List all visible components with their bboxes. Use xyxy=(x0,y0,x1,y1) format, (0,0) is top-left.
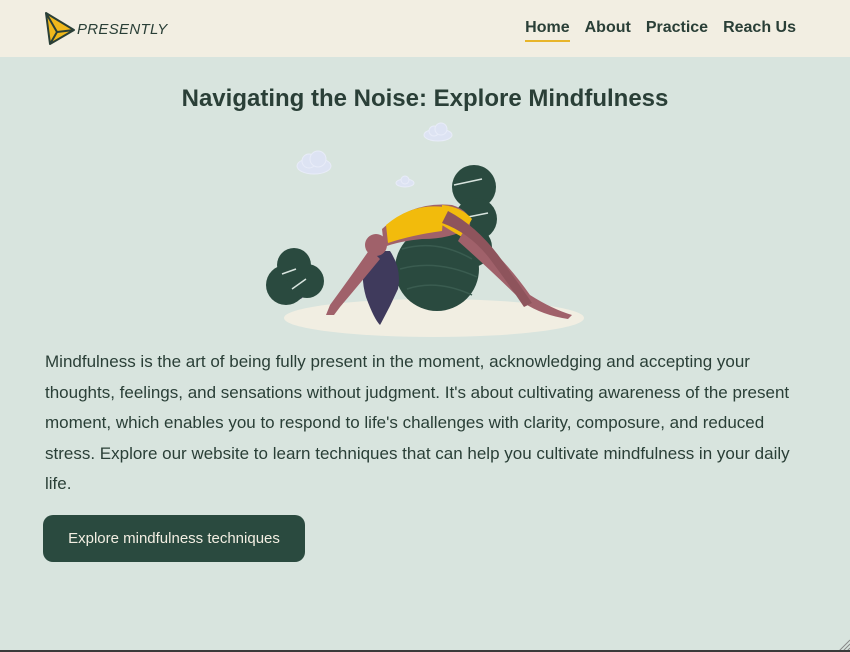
nav-item-practice[interactable]: Practice xyxy=(646,19,708,42)
site-header: PRESENTLY Home About Practice Reach Us xyxy=(0,0,850,57)
hero-illustration xyxy=(266,122,584,337)
nav-item-about[interactable]: About xyxy=(585,19,631,42)
main-nav: Home About Practice Reach Us xyxy=(525,19,796,42)
paper-plane-logo-icon xyxy=(45,12,75,45)
page-title: Navigating the Noise: Explore Mindfulnes… xyxy=(181,85,669,112)
nav-item-reach-us[interactable]: Reach Us xyxy=(723,19,796,42)
brand-name: PRESENTLY xyxy=(77,20,168,38)
cloud-icon xyxy=(296,122,453,188)
nav-item-home[interactable]: Home xyxy=(525,19,570,42)
brand-logo[interactable]: PRESENTLY xyxy=(44,11,168,47)
plant-icon xyxy=(266,248,324,305)
main-content: Navigating the Noise: Explore Mindfulnes… xyxy=(0,57,850,652)
intro-paragraph: Mindfulness is the art of being fully pr… xyxy=(45,352,790,494)
explore-techniques-button[interactable]: Explore mindfulness techniques xyxy=(43,515,305,562)
